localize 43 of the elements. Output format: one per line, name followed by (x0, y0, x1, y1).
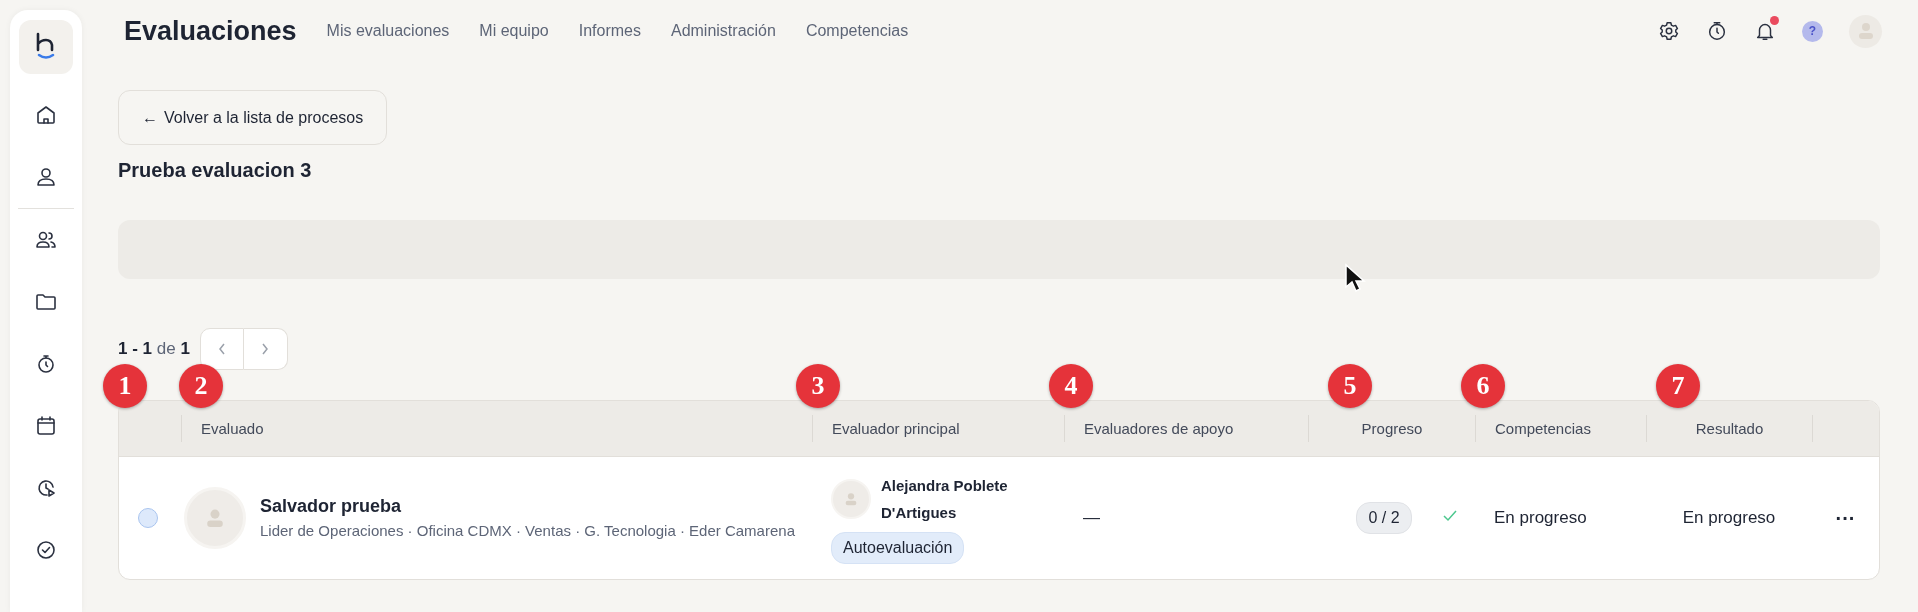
settings-icon[interactable] (1658, 20, 1680, 42)
column-header[interactable]: Evaluador principal (832, 420, 960, 437)
nav-link[interactable]: Mis evaluaciones (326, 22, 450, 40)
evaluation-type-tag: Autoevaluación (831, 532, 965, 564)
chevron-right-icon (260, 342, 271, 356)
calendar-icon[interactable] (34, 414, 58, 438)
annotation-marker: 5 (1328, 364, 1372, 408)
column-header[interactable]: Progreso (1361, 420, 1423, 437)
page-title: Evaluaciones (124, 15, 297, 47)
competencies-status: En progreso (1494, 508, 1587, 528)
employee-name: Salvador prueba (260, 495, 403, 517)
nav-link[interactable]: Competencias (805, 22, 909, 40)
column-header[interactable]: Evaluado (201, 420, 264, 437)
annotation-marker: 4 (1049, 364, 1093, 408)
nav-link[interactable]: Mi equipo (479, 22, 549, 40)
pagination-count: 1 - 1 de 1 (118, 339, 190, 359)
nav-link[interactable]: Administración (670, 22, 776, 40)
evaluator-name: Alejandra Poblete D'Artigues (881, 476, 1009, 523)
home-icon[interactable] (34, 103, 58, 127)
process-title: Prueba evaluacion 3 (118, 159, 313, 183)
result-status: En progreso (1682, 508, 1776, 528)
row-select-radio[interactable] (138, 508, 158, 528)
annotation-marker: 7 (1656, 364, 1700, 408)
annotation-marker: 1 (103, 364, 147, 408)
chevron-left-icon (216, 342, 227, 356)
person-icon[interactable] (34, 165, 58, 189)
progress-count: 0 / 2 (1356, 502, 1412, 534)
column-header[interactable]: Competencias (1495, 420, 1591, 437)
back-button[interactable]: ← Volver a la lista de procesos (118, 90, 388, 145)
logo-icon[interactable] (19, 20, 73, 74)
avatar-icon (831, 479, 871, 519)
nav-link[interactable]: Informes (578, 22, 641, 40)
more-options-button[interactable]: ··· (1831, 506, 1860, 530)
annotation-marker: 6 (1461, 364, 1505, 408)
employee-details: Lider de Operaciones · Oficina CDMX · Ventas · G. Tecnologia · Eder Camarena (260, 520, 796, 541)
stopwatch-icon[interactable] (1706, 20, 1728, 42)
previous-page-button[interactable] (199, 328, 244, 370)
column-header[interactable]: Evaluadores de apoyo (1084, 420, 1234, 437)
annotation-marker: 3 (796, 364, 840, 408)
support-evaluators-value: — (1083, 508, 1100, 528)
mouse-cursor-icon (1344, 263, 1366, 293)
column-header[interactable]: Resultado (1695, 420, 1764, 437)
check-circle-icon[interactable] (34, 538, 58, 562)
